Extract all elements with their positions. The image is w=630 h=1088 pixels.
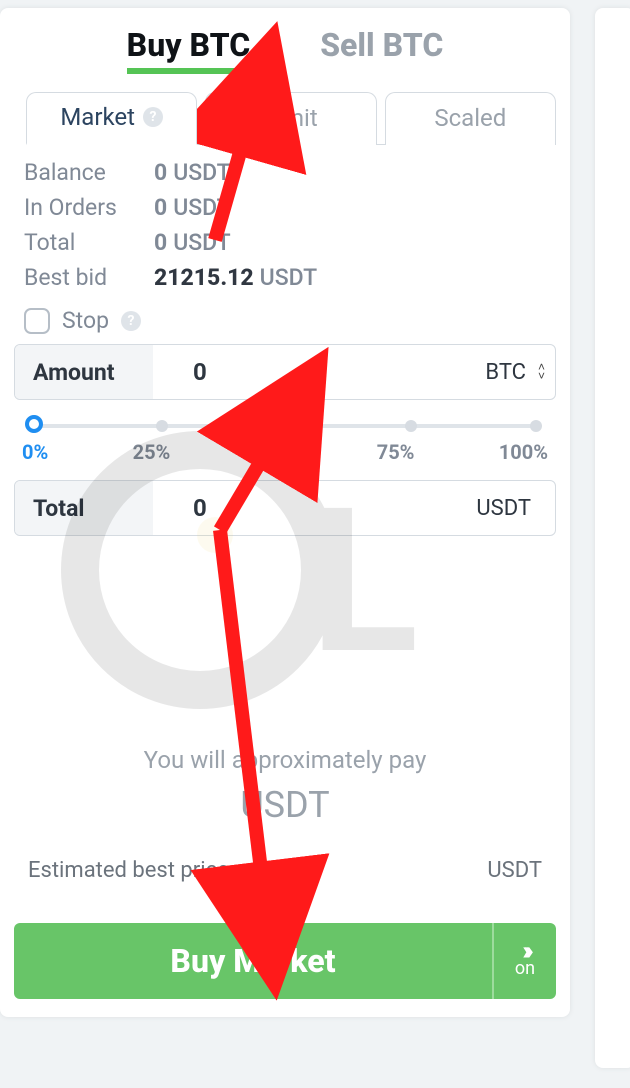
total-unit: USDT [173,229,230,256]
chevron-down-icon[interactable]: ˅ [538,372,545,381]
slider-labels: 0% 25% 50% 75% 100% [22,440,548,464]
amount-label: Amount [15,345,153,399]
order-type-tabs: Market ? Limit Scaled [0,86,570,145]
tab-scaled[interactable]: Scaled [385,92,556,145]
total-field-label: Total [15,481,153,535]
buy-market-label: Buy Market [14,923,492,999]
slider-25: 25% [133,440,171,464]
bestbid-value: 21215.12 [154,264,254,291]
total-field-unit: USDT [476,496,555,521]
estimated-price-unit: USDT [487,858,542,883]
total-label: Total [24,229,154,256]
balance-value: 0 [154,159,167,186]
total-row: Total 0 USDT [24,225,556,260]
amount-unit: BTC [485,360,538,385]
estimated-price-label: Estimated best price [28,858,229,883]
slider-tick[interactable] [281,420,293,432]
bestbid-row: Best bid 21215.12 USDT [24,260,556,295]
bestbid-unit: USDT [260,264,317,291]
adjacent-panel [595,8,630,1068]
tab-sell[interactable]: Sell BTC [320,26,443,74]
tab-limit[interactable]: Limit [205,92,376,145]
balances-block: Balance 0 USDT In Orders 0 USDT Total 0 … [0,145,570,299]
total-value: 0 [154,229,167,256]
buy-market-toggle[interactable]: ››› on [492,923,556,999]
slider-handle[interactable] [25,415,43,433]
estimated-price-row: Estimated best price USDT [0,852,570,923]
buy-market-toggle-label: on [515,958,535,979]
total-field-value[interactable]: 0 [153,494,476,522]
amount-field[interactable]: Amount 0 BTC ˄ ˅ [14,344,556,400]
tab-market[interactable]: Market ? [26,92,197,145]
stop-row: Stop ? [0,299,570,344]
slider-tick[interactable] [156,420,168,432]
buy-market-button[interactable]: Buy Market ››› on [14,923,556,999]
bestbid-label: Best bid [24,264,154,291]
stop-label: Stop [62,307,109,334]
stop-checkbox[interactable] [24,308,50,334]
chevrons-right-icon: ››› [522,944,528,958]
balance-row: Balance 0 USDT [24,155,556,190]
slider-100: 100% [499,440,548,464]
pay-summary: You will approximately pay USDT [0,536,570,852]
tab-market-label: Market [60,103,135,131]
balance-unit: USDT [173,159,230,186]
slider-tick[interactable] [530,420,542,432]
buy-sell-tabs: Buy BTC Sell BTC [0,8,570,86]
help-icon[interactable]: ? [143,107,163,127]
inorders-unit: USDT [173,194,230,221]
trade-card: Buy BTC Sell BTC Market ? Limit Scaled B… [0,8,570,1017]
slider-75: 75% [377,440,415,464]
inorders-row: In Orders 0 USDT [24,190,556,225]
amount-value[interactable]: 0 [153,358,485,386]
help-icon[interactable]: ? [121,311,141,331]
amount-stepper[interactable]: ˄ ˅ [538,363,555,381]
slider-50: 50% [255,440,293,464]
slider-tick[interactable] [405,420,417,432]
pay-summary-value: USDT [20,784,550,826]
amount-slider[interactable]: 0% 25% 50% 75% 100% [0,400,570,470]
total-field[interactable]: Total 0 USDT [14,480,556,536]
pay-summary-title: You will approximately pay [20,746,550,774]
tab-buy[interactable]: Buy BTC [127,26,251,74]
balance-label: Balance [24,159,154,186]
inorders-value: 0 [154,194,167,221]
inorders-label: In Orders [24,194,154,221]
slider-0: 0% [22,440,48,464]
